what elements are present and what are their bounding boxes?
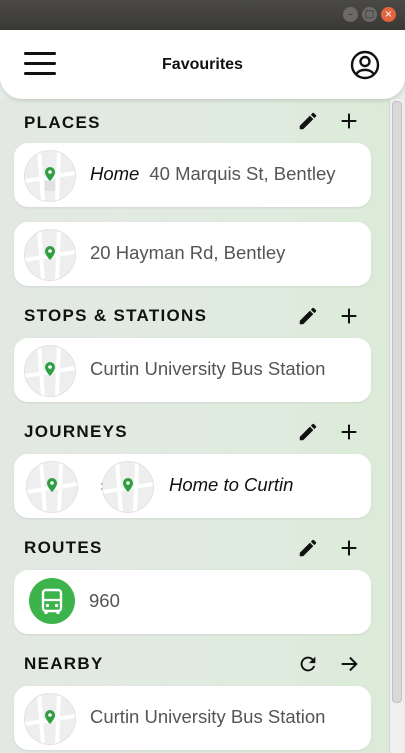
section-header-nearby: NEARBY [24, 654, 104, 673]
account-icon[interactable] [350, 50, 380, 80]
place-card[interactable]: 20 Hayman Rd, Bentley [14, 222, 371, 286]
bus-icon [29, 578, 75, 624]
place-address: 40 Marquis St, Bentley [149, 163, 336, 184]
arrow-right-icon[interactable] [338, 653, 360, 675]
place-card-home[interactable]: Home 40 Marquis St, Bentley [14, 143, 371, 207]
stop-card[interactable]: Curtin University Bus Station [14, 338, 371, 402]
section-header-places: PLACES [24, 113, 101, 132]
add-icon[interactable] [338, 110, 360, 132]
map-thumbnail [24, 693, 76, 745]
window-minimize-button[interactable]: – [343, 7, 358, 22]
scrollbar[interactable] [389, 99, 403, 753]
refresh-icon[interactable] [297, 653, 319, 675]
journey-name: Home to Curtin [169, 474, 294, 495]
scrollbar-thumb[interactable] [392, 101, 402, 703]
place-label: Home [90, 163, 140, 184]
section-header-routes: ROUTES [24, 538, 103, 557]
app-bar: Favourites [0, 30, 405, 99]
section-header-stops: STOPS & STATIONS [24, 306, 208, 325]
page-title: Favourites [162, 56, 243, 73]
place-address: 20 Hayman Rd, Bentley [90, 242, 286, 263]
edit-icon[interactable] [297, 305, 319, 327]
nearby-stop-card[interactable]: Curtin University Bus Station [14, 686, 371, 750]
edit-icon[interactable] [297, 110, 319, 132]
map-thumbnail [24, 150, 76, 202]
route-number: 960 [89, 590, 120, 611]
route-card[interactable]: 960 [14, 570, 371, 634]
add-icon[interactable] [338, 305, 360, 327]
add-icon[interactable] [338, 421, 360, 443]
map-thumbnail [24, 345, 76, 397]
journey-card[interactable]: › Home to Curtin [14, 454, 371, 518]
window-titlebar: – □ × [0, 0, 405, 30]
edit-icon[interactable] [297, 421, 319, 443]
edit-icon[interactable] [297, 537, 319, 559]
stop-name: Curtin University Bus Station [90, 358, 326, 379]
map-thumbnail [26, 461, 78, 513]
add-icon[interactable] [338, 537, 360, 559]
map-thumbnail [24, 229, 76, 281]
nearby-stop-name: Curtin University Bus Station [90, 706, 326, 727]
map-thumbnail [102, 461, 154, 513]
window-close-button[interactable]: × [381, 7, 396, 22]
favourites-list[interactable]: PLACES Home 40 Marquis St, Bentley 20 Hay… [0, 99, 390, 753]
section-header-journeys: JOURNEYS [24, 422, 128, 441]
window-maximize-button[interactable]: □ [362, 7, 377, 22]
